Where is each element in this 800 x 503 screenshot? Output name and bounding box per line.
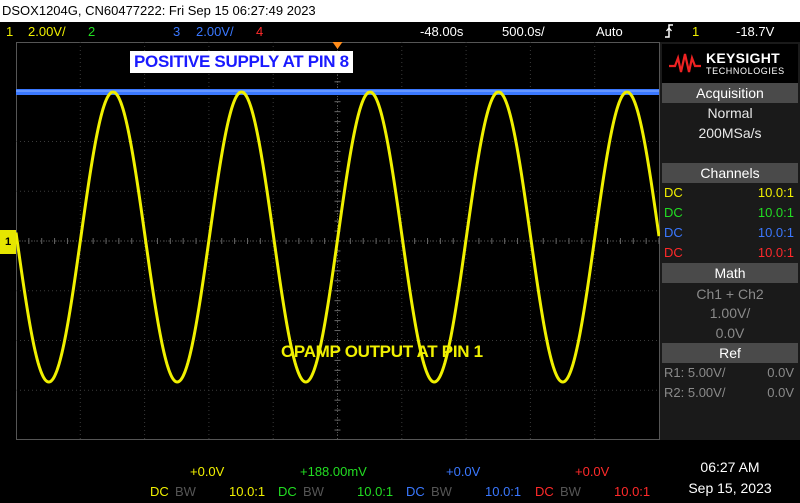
ch4-probe: 10.0:1 <box>757 245 794 260</box>
ch2-number[interactable]: 2 <box>88 22 95 42</box>
r2-label: R2: <box>664 385 685 400</box>
math-scale: 1.00V/ <box>709 305 751 321</box>
ch1-scale[interactable]: 2.00V/ <box>28 22 66 42</box>
math-header[interactable]: Math <box>662 263 798 283</box>
ch3-number[interactable]: 3 <box>173 22 180 42</box>
r1-label: R1: <box>664 365 685 380</box>
math-offset: 0.0V <box>715 325 745 341</box>
ch1-ground-marker[interactable]: 1 <box>0 230 16 254</box>
ch4-number[interactable]: 4 <box>256 22 263 42</box>
ch1-bottom-coupling[interactable]: DC <box>150 482 169 502</box>
r2-offset: 0.0V <box>767 385 794 400</box>
trigger-position-icon <box>332 42 343 49</box>
status-bar: 1 2.00V/ 2 3 2.00V/ 4 -48.00s 500.0s/ Au… <box>0 22 800 42</box>
ch1-bottom-probe[interactable]: 10.0:1 <box>229 482 265 502</box>
ref-header[interactable]: Ref <box>662 343 798 363</box>
trigger-level[interactable]: -18.7V <box>736 22 774 42</box>
channel-row-3[interactable]: DC 10.0:1 <box>664 223 796 243</box>
ch3-scale[interactable]: 2.00V/ <box>196 22 234 42</box>
ch4-coupling: DC <box>664 245 683 260</box>
keysight-wave-icon <box>669 53 701 73</box>
r1-offset: 0.0V <box>767 365 794 380</box>
keysight-logo: KEYSIGHT TECHNOLOGIES <box>662 44 798 84</box>
math-expression: Ch1 + Ch2 <box>696 286 764 302</box>
ch4-offset[interactable]: +0.0V <box>575 462 609 482</box>
ch1-coupling: DC <box>664 185 683 200</box>
ref-row-2[interactable]: R2: 5.00V/ 0.0V <box>664 383 796 403</box>
ch3-bottom-probe[interactable]: 10.0:1 <box>485 482 521 502</box>
ch2-probe: 10.0:1 <box>757 205 794 220</box>
trigger-source[interactable]: 1 <box>692 22 699 42</box>
channels-header[interactable]: Channels <box>662 163 798 183</box>
ch2-bottom-coupling[interactable]: DC <box>278 482 297 502</box>
horizontal-delay[interactable]: -48.00s <box>420 22 463 42</box>
ch2-coupling: DC <box>664 205 683 220</box>
graticule <box>14 42 660 440</box>
ch2-bottom-probe[interactable]: 10.0:1 <box>357 482 393 502</box>
ref-row-1[interactable]: R1: 5.00V/ 0.0V <box>664 363 796 383</box>
clock-time: 06:27 AM <box>700 459 760 475</box>
ch3-probe: 10.0:1 <box>757 225 794 240</box>
clock-date: Sep 15, 2023 <box>688 480 772 496</box>
ch1-probe: 10.0:1 <box>757 185 794 200</box>
ch3-bottom-coupling[interactable]: DC <box>406 482 425 502</box>
ch2-offset[interactable]: +188.00mV <box>300 462 367 482</box>
timebase[interactable]: 500.0s/ <box>502 22 545 42</box>
channel-row-4[interactable]: DC 10.0:1 <box>664 243 796 263</box>
ch4-bottom-probe[interactable]: 10.0:1 <box>614 482 650 502</box>
acquisition-rate: 200MSa/s <box>698 125 762 141</box>
waveform-display[interactable] <box>0 42 660 440</box>
ch1-offset[interactable]: +0.0V <box>190 462 224 482</box>
ch4-bottom-coupling[interactable]: DC <box>535 482 554 502</box>
ch3-offset[interactable]: +0.0V <box>446 462 480 482</box>
trigger-mode[interactable]: Auto <box>596 22 623 42</box>
channel-row-1[interactable]: DC 10.0:1 <box>664 183 796 203</box>
acquisition-mode: Normal <box>707 105 753 121</box>
ch3-coupling: DC <box>664 225 683 240</box>
channel-row-2[interactable]: DC 10.0:1 <box>664 203 796 223</box>
r2-scale: 5.00V/ <box>687 385 726 400</box>
ch1-number[interactable]: 1 <box>6 22 13 42</box>
ch1-bottom-bw[interactable]: BW <box>175 482 196 502</box>
logo-sub: TECHNOLOGIES <box>706 66 785 76</box>
logo-brand: KEYSIGHT <box>706 50 780 66</box>
ch3-bottom-bw[interactable]: BW <box>431 482 452 502</box>
annotation-banner: POSITIVE SUPPLY AT PIN 8 <box>130 51 353 73</box>
ch2-bottom-bw[interactable]: BW <box>303 482 324 502</box>
annotation-label: OPAMP OUTPUT AT PIN 1 <box>281 342 483 361</box>
ch4-bottom-bw[interactable]: BW <box>560 482 581 502</box>
title-bar: DSOX1204G, CN60477222: Fri Sep 15 06:27:… <box>0 0 800 22</box>
acquisition-header[interactable]: Acquisition <box>662 83 798 103</box>
r1-scale: 5.00V/ <box>687 365 726 380</box>
